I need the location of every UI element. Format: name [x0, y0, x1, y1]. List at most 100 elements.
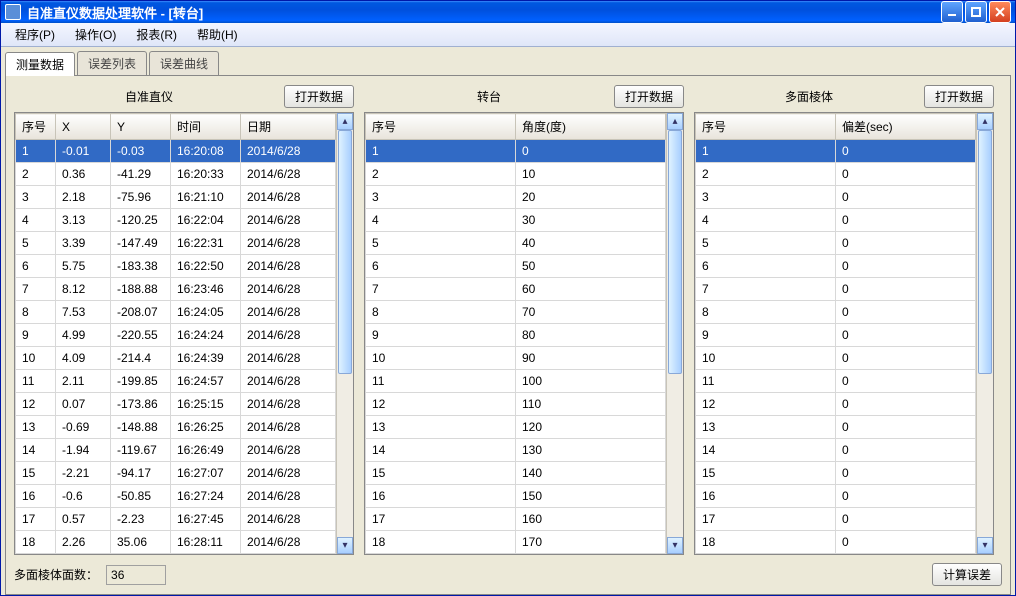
col-date[interactable]: 日期	[241, 114, 336, 140]
table-row[interactable]: 16150	[366, 485, 666, 508]
scroll-thumb[interactable]	[978, 130, 992, 374]
table-row[interactable]: 100	[696, 347, 976, 370]
table-row[interactable]: 650	[366, 255, 666, 278]
col-x[interactable]: X	[56, 114, 111, 140]
table-row[interactable]: 180	[696, 531, 976, 554]
table-cell: 2014/6/28	[241, 462, 336, 485]
close-button[interactable]	[989, 1, 1011, 23]
table-row[interactable]: 10	[696, 140, 976, 163]
tab-error-list[interactable]: 误差列表	[77, 51, 147, 75]
table-row[interactable]: 11100	[366, 370, 666, 393]
tab-error-curve[interactable]: 误差曲线	[149, 51, 219, 75]
menu-operation[interactable]: 操作(O)	[65, 23, 126, 46]
col-time[interactable]: 时间	[171, 114, 241, 140]
table-row[interactable]: 12110	[366, 393, 666, 416]
scroll-up-icon[interactable]: ▴	[337, 113, 353, 130]
table-cell: 2014/6/28	[241, 439, 336, 462]
scroll-up-icon[interactable]: ▴	[977, 113, 993, 130]
open-data-button[interactable]: 打开数据	[284, 85, 354, 108]
table-row[interactable]: 15-2.21-94.1716:27:072014/6/28	[16, 462, 336, 485]
table-row[interactable]: 170.57-2.2316:27:452014/6/28	[16, 508, 336, 531]
scrollbar[interactable]: ▴ ▾	[976, 113, 993, 554]
tab-measurement-data[interactable]: 测量数据	[5, 52, 75, 76]
table-row[interactable]: 40	[696, 209, 976, 232]
polygon-faces-input[interactable]	[106, 565, 166, 585]
table-cell: -188.88	[111, 278, 171, 301]
maximize-button[interactable]	[965, 1, 987, 23]
table-row[interactable]: 87.53-208.0716:24:052014/6/28	[16, 301, 336, 324]
table-cell: 3	[366, 186, 516, 209]
table-row[interactable]: 140	[696, 439, 976, 462]
table-cell: 2014/6/28	[241, 186, 336, 209]
table-row[interactable]: 18170	[366, 531, 666, 554]
table-row[interactable]: 170	[696, 508, 976, 531]
table-row[interactable]: 13-0.69-148.8816:26:252014/6/28	[16, 416, 336, 439]
table-row[interactable]: 78.12-188.8816:23:462014/6/28	[16, 278, 336, 301]
table-row[interactable]: 16-0.6-50.8516:27:242014/6/28	[16, 485, 336, 508]
scrollbar[interactable]: ▴ ▾	[336, 113, 353, 554]
table-row[interactable]: 1090	[366, 347, 666, 370]
table-row[interactable]: 53.39-147.4916:22:312014/6/28	[16, 232, 336, 255]
scroll-track[interactable]	[667, 130, 683, 537]
table-row[interactable]: 43.13-120.2516:22:042014/6/28	[16, 209, 336, 232]
table-row[interactable]: 150	[696, 462, 976, 485]
table-row[interactable]: 94.99-220.5516:24:242014/6/28	[16, 324, 336, 347]
scroll-thumb[interactable]	[338, 130, 352, 374]
table-row[interactable]: 14-1.94-119.6716:26:492014/6/28	[16, 439, 336, 462]
col-angle[interactable]: 角度(度)	[516, 114, 666, 140]
menu-report[interactable]: 报表(R)	[126, 23, 187, 46]
table-cell: 12	[696, 393, 836, 416]
table-row[interactable]: 760	[366, 278, 666, 301]
table-row[interactable]: 320	[366, 186, 666, 209]
table-row[interactable]: 30	[696, 186, 976, 209]
table-row[interactable]: 130	[696, 416, 976, 439]
scroll-down-icon[interactable]: ▾	[337, 537, 353, 554]
menu-help[interactable]: 帮助(H)	[187, 23, 248, 46]
table-row[interactable]: 160	[696, 485, 976, 508]
table-row[interactable]: 430	[366, 209, 666, 232]
scroll-track[interactable]	[337, 130, 353, 537]
table-cell: 17	[16, 508, 56, 531]
scroll-thumb[interactable]	[668, 130, 682, 374]
table-row[interactable]: 32.18-75.9616:21:102014/6/28	[16, 186, 336, 209]
table-row[interactable]: 80	[696, 301, 976, 324]
calculate-error-button[interactable]: 计算误差	[932, 563, 1002, 586]
table-row[interactable]: 540	[366, 232, 666, 255]
table-row[interactable]: 110	[696, 370, 976, 393]
table-row[interactable]: 20.36-41.2916:20:332014/6/28	[16, 163, 336, 186]
table-row[interactable]: 65.75-183.3816:22:502014/6/28	[16, 255, 336, 278]
open-data-button[interactable]: 打开数据	[614, 85, 684, 108]
col-id[interactable]: 序号	[366, 114, 516, 140]
table-row[interactable]: 70	[696, 278, 976, 301]
table-row[interactable]: 182.2635.0616:28:112014/6/28	[16, 531, 336, 554]
open-data-button[interactable]: 打开数据	[924, 85, 994, 108]
table-row[interactable]: 13120	[366, 416, 666, 439]
table-row[interactable]: 90	[696, 324, 976, 347]
scroll-down-icon[interactable]: ▾	[667, 537, 683, 554]
table-row[interactable]: 20	[696, 163, 976, 186]
table-row[interactable]: 17160	[366, 508, 666, 531]
table-row[interactable]: 50	[696, 232, 976, 255]
menu-program[interactable]: 程序(P)	[5, 23, 65, 46]
table-row[interactable]: 60	[696, 255, 976, 278]
col-id[interactable]: 序号	[696, 114, 836, 140]
scroll-track[interactable]	[977, 130, 993, 537]
col-y[interactable]: Y	[111, 114, 171, 140]
table-row[interactable]: 120.07-173.8616:25:152014/6/28	[16, 393, 336, 416]
table-row[interactable]: 1-0.01-0.0316:20:082014/6/28	[16, 140, 336, 163]
table-row[interactable]: 104.09-214.416:24:392014/6/28	[16, 347, 336, 370]
table-row[interactable]: 112.11-199.8516:24:572014/6/28	[16, 370, 336, 393]
table-row[interactable]: 210	[366, 163, 666, 186]
col-deviation[interactable]: 偏差(sec)	[836, 114, 976, 140]
table-row[interactable]: 14130	[366, 439, 666, 462]
table-row[interactable]: 120	[696, 393, 976, 416]
table-row[interactable]: 15140	[366, 462, 666, 485]
scroll-down-icon[interactable]: ▾	[977, 537, 993, 554]
scroll-up-icon[interactable]: ▴	[667, 113, 683, 130]
col-id[interactable]: 序号	[16, 114, 56, 140]
minimize-button[interactable]	[941, 1, 963, 23]
scrollbar[interactable]: ▴ ▾	[666, 113, 683, 554]
table-row[interactable]: 10	[366, 140, 666, 163]
table-row[interactable]: 980	[366, 324, 666, 347]
table-row[interactable]: 870	[366, 301, 666, 324]
